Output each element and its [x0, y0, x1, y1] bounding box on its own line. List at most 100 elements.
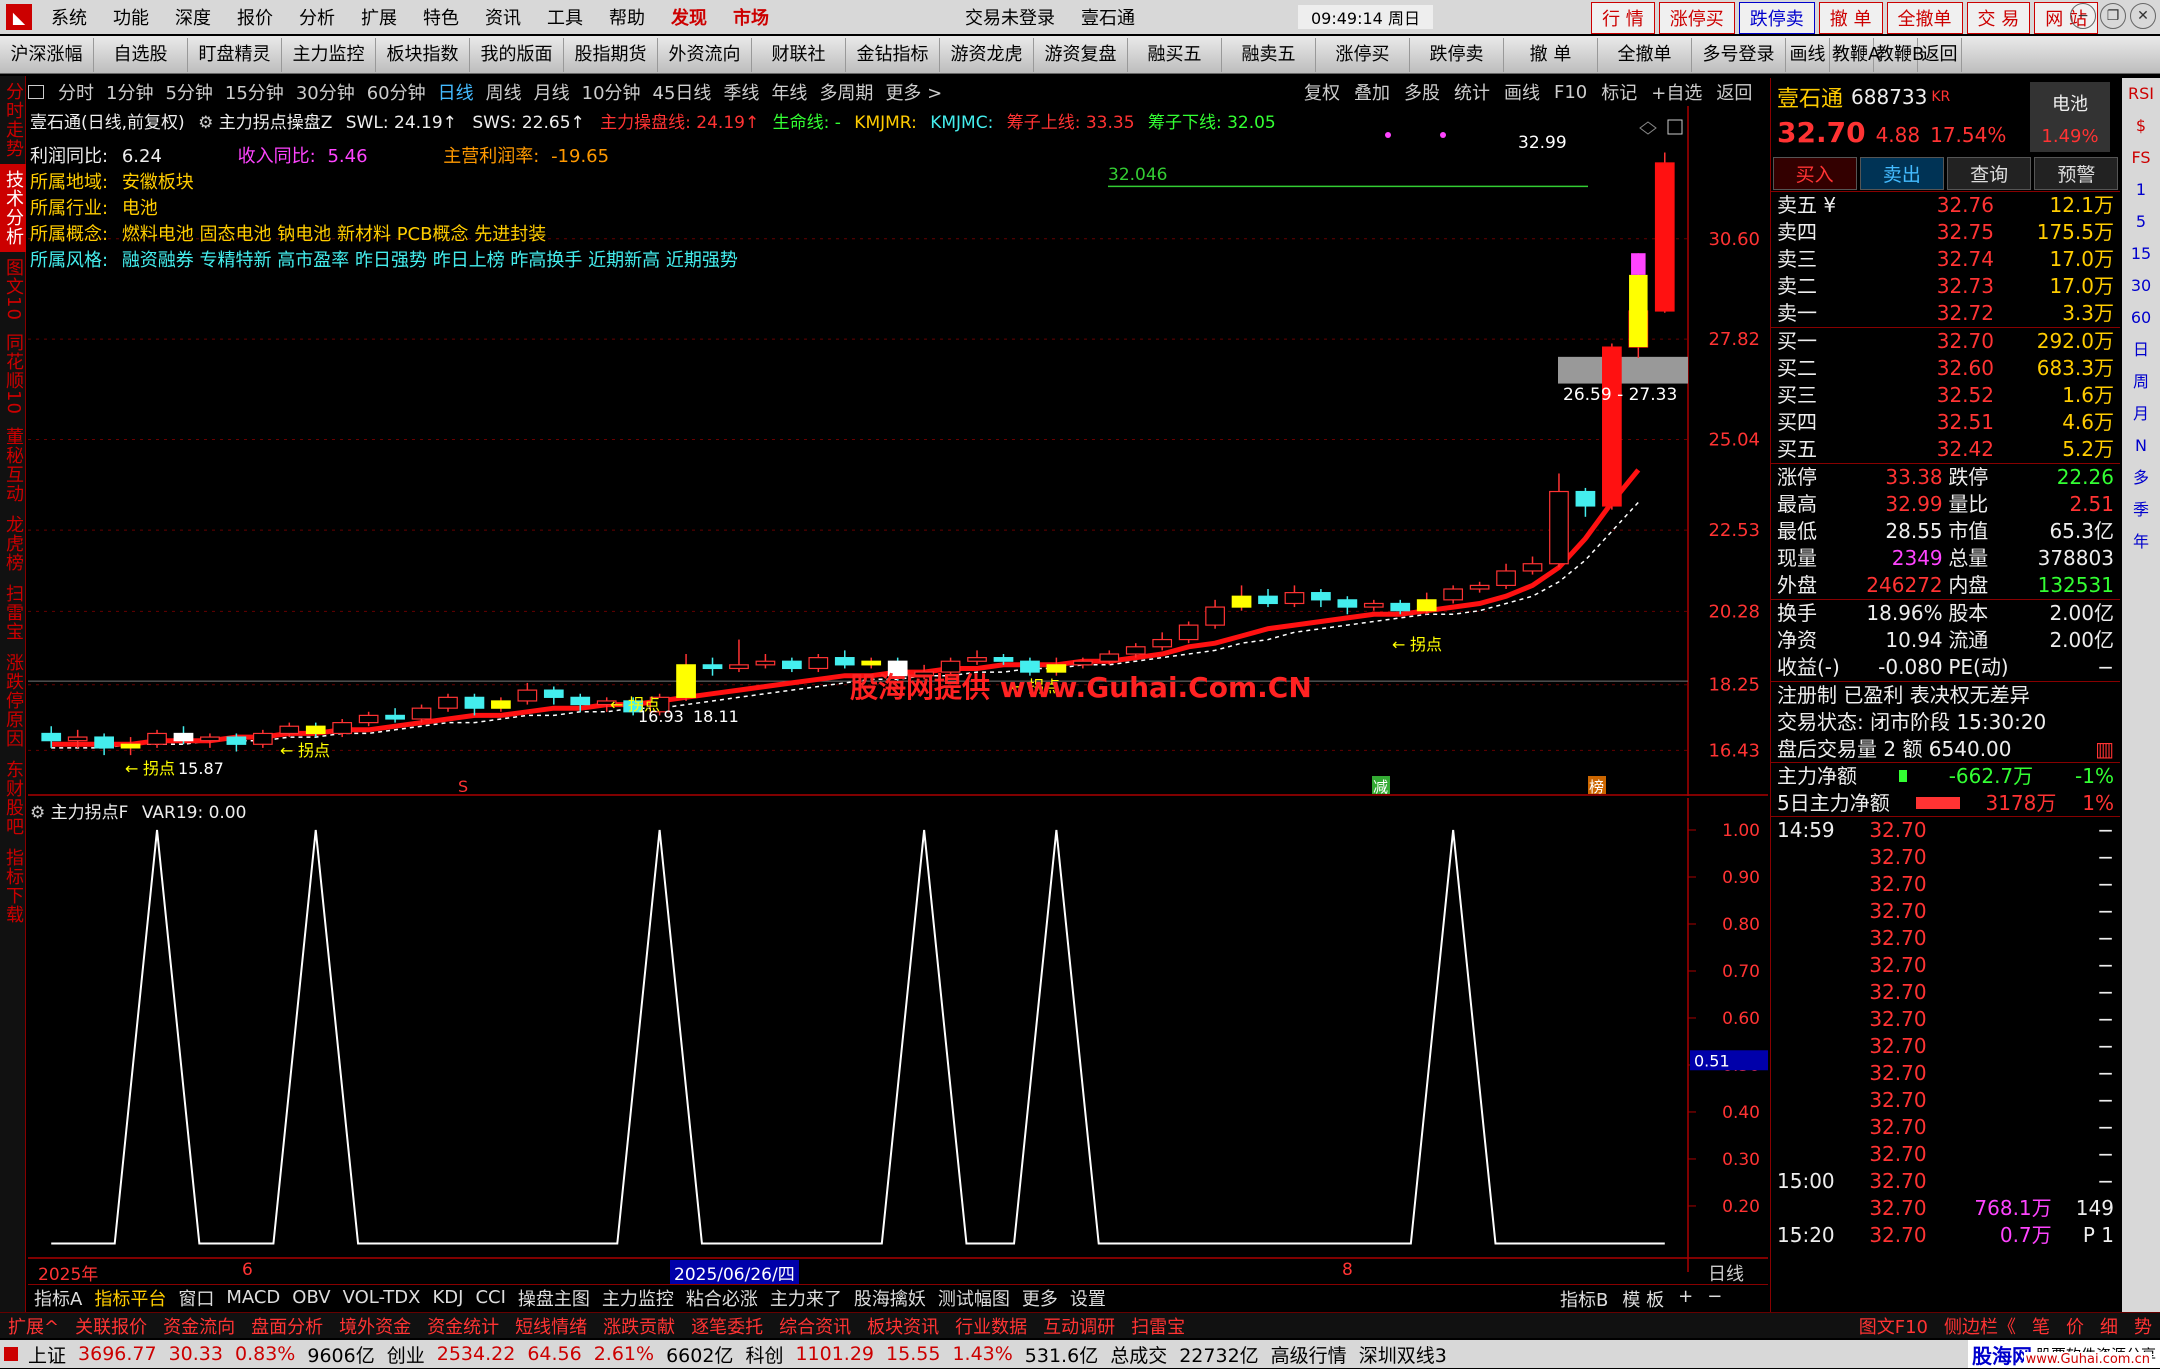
period-5[interactable]: 60分钟 — [367, 79, 426, 105]
indicator-tab-12[interactable]: 股海擒妖 — [848, 1285, 932, 1311]
toolbar-btn-10[interactable]: 游资龙虎 — [940, 37, 1034, 72]
func-right-5[interactable]: 势 — [2126, 1313, 2160, 1339]
left-tab-6[interactable]: 扫雷宝 — [0, 578, 26, 647]
toolbar-btn-21[interactable]: 教鞭B — [1874, 37, 1924, 72]
period-10[interactable]: 45日线 — [653, 79, 712, 105]
indicator-tab-10[interactable]: 粘合必涨 — [680, 1285, 764, 1311]
side-tool-1[interactable]: $ — [2122, 110, 2160, 142]
restore-icon[interactable]: ❐ — [2100, 3, 2126, 29]
kc-label[interactable]: 科创 — [739, 1341, 789, 1368]
side-tool-6[interactable]: 30 — [2122, 270, 2160, 302]
left-tab-8[interactable]: 东财股吧 — [0, 754, 26, 842]
menu-item-0[interactable]: 系统 — [38, 4, 100, 30]
menu-item-9[interactable]: 帮助 — [596, 4, 658, 30]
toolbar-btn-17[interactable]: 全撤单 — [1598, 37, 1692, 72]
indicator-tab-9[interactable]: 主力监控 — [596, 1285, 680, 1311]
indicator-right-0[interactable]: 指标B — [1560, 1286, 1608, 1312]
side-tool-4[interactable]: 5 — [2122, 206, 2160, 238]
period-4[interactable]: 30分钟 — [296, 79, 355, 105]
func-btn-1[interactable]: 关联报价 — [67, 1313, 155, 1339]
quote-btn-0[interactable]: 买入 — [1772, 157, 1857, 190]
left-tab-2[interactable]: 图文10 — [0, 252, 26, 327]
toolbar-btn-16[interactable]: 撤 单 — [1504, 37, 1598, 72]
func-btn-0[interactable]: 扩展^ — [0, 1313, 67, 1339]
sh-label[interactable]: 上证 — [22, 1341, 72, 1368]
left-tab-7[interactable]: 涨跌停原因 — [0, 647, 26, 754]
indicator-tab-6[interactable]: KDJ — [426, 1287, 469, 1308]
period-7[interactable]: 周线 — [486, 79, 522, 105]
quote-btn-1[interactable]: 卖出 — [1859, 157, 1944, 190]
indicator-name[interactable]: 主力拐点操盘Z — [219, 113, 333, 133]
left-tab-9[interactable]: 指标下载 — [0, 842, 26, 930]
settings-icon[interactable]: ⚙ — [198, 113, 213, 133]
toolbar-btn-3[interactable]: 主力监控 — [282, 37, 376, 72]
chart-tool-2[interactable]: 多股 — [1404, 79, 1440, 105]
indicator-tab-7[interactable]: CCI — [469, 1287, 511, 1308]
period-13[interactable]: 多周期 — [819, 79, 873, 105]
toolbar-btn-9[interactable]: 金钻指标 — [846, 37, 940, 72]
chart-tool-8[interactable]: 返回 — [1716, 79, 1752, 105]
period-0[interactable]: 分时 — [58, 79, 94, 105]
left-tab-4[interactable]: 董秘互动 — [0, 421, 26, 509]
quote-level[interactable]: 高级行情 — [1265, 1341, 1353, 1368]
menu-item-8[interactable]: 工具 — [534, 4, 596, 30]
close-icon[interactable]: ✕ — [2130, 3, 2156, 29]
indicator-tab-13[interactable]: 测试幅图 — [932, 1285, 1016, 1311]
func-btn-13[interactable]: 扫雷宝 — [1123, 1313, 1193, 1339]
toolbar-btn-18[interactable]: 多号登录 — [1692, 37, 1786, 72]
indicator-tab-1[interactable]: 指标平台 — [88, 1285, 172, 1311]
toolbar-btn-13[interactable]: 融卖五 — [1222, 37, 1316, 72]
toolbar-btn-11[interactable]: 游资复盘 — [1034, 37, 1128, 72]
quick-btn-0[interactable]: 行 情 — [1591, 2, 1655, 34]
toolbar-btn-22[interactable]: 返回 — [1918, 37, 1962, 72]
func-btn-2[interactable]: 资金流向 — [155, 1313, 243, 1339]
quick-btn-1[interactable]: 涨停买 — [1658, 2, 1735, 34]
indicator-tab-8[interactable]: 操盘主图 — [512, 1285, 596, 1311]
toggle-icon[interactable] — [28, 85, 44, 99]
left-tab-5[interactable]: 龙虎榜 — [0, 509, 26, 578]
func-btn-5[interactable]: 资金统计 — [419, 1313, 507, 1339]
indicator-tab-0[interactable]: 指标A — [28, 1285, 88, 1311]
func-btn-8[interactable]: 逐笔委托 — [683, 1313, 771, 1339]
toolbar-btn-6[interactable]: 股指期货 — [564, 37, 658, 72]
menu-item-4[interactable]: 分析 — [286, 4, 348, 30]
left-tab-0[interactable]: 分时走势 — [0, 76, 26, 164]
func-right-3[interactable]: 价 — [2058, 1313, 2092, 1339]
period-1[interactable]: 1分钟 — [106, 79, 153, 105]
cy-label[interactable]: 创业 — [381, 1341, 431, 1368]
quick-btn-5[interactable]: 交 易 — [1966, 2, 2031, 34]
side-tool-8[interactable]: 日 — [2122, 334, 2160, 366]
side-tool-11[interactable]: N — [2122, 430, 2160, 462]
period-14[interactable]: 更多 > — [885, 79, 942, 105]
toolbar-btn-8[interactable]: 财联社 — [752, 37, 846, 72]
indicator-tab-5[interactable]: VOL-TDX — [337, 1287, 427, 1308]
quote-btn-3[interactable]: 预警 — [2034, 157, 2119, 190]
menu-item-3[interactable]: 报价 — [224, 4, 286, 30]
func-btn-9[interactable]: 综合资讯 — [771, 1313, 859, 1339]
side-tool-14[interactable]: 年 — [2122, 526, 2160, 558]
chart-tool-5[interactable]: F10 — [1554, 82, 1587, 103]
minimize-icon[interactable]: − — [2070, 3, 2096, 29]
side-tool-3[interactable]: 1 — [2122, 174, 2160, 206]
func-btn-12[interactable]: 互动调研 — [1035, 1313, 1123, 1339]
chart-tool-7[interactable]: +自选 — [1651, 79, 1702, 105]
period-3[interactable]: 15分钟 — [225, 79, 284, 105]
sector-box[interactable]: 电池 1.49% — [2030, 82, 2110, 152]
left-tab-3[interactable]: 同花顺10 — [0, 327, 26, 421]
indicator-tab-2[interactable]: 窗口 — [172, 1285, 220, 1311]
toolbar-btn-12[interactable]: 融买五 — [1128, 37, 1222, 72]
menu-market[interactable]: 市场 — [720, 4, 782, 30]
menu-discover[interactable]: 发现 — [658, 4, 720, 30]
indicator-tab-11[interactable]: 主力来了 — [764, 1285, 848, 1311]
quick-btn-2[interactable]: 跌停卖 — [1738, 2, 1815, 34]
quote-btn-2[interactable]: 查询 — [1947, 157, 2032, 190]
menu-item-2[interactable]: 深度 — [162, 4, 224, 30]
side-tool-12[interactable]: 多 — [2122, 462, 2160, 494]
chart-tool-3[interactable]: 统计 — [1454, 79, 1490, 105]
func-btn-6[interactable]: 短线情绪 — [507, 1313, 595, 1339]
indicator-tab-3[interactable]: MACD — [220, 1287, 286, 1308]
toolbar-btn-20[interactable]: 教鞭A — [1830, 37, 1880, 72]
func-btn-11[interactable]: 行业数据 — [947, 1313, 1035, 1339]
toolbar-btn-14[interactable]: 涨停买 — [1316, 37, 1410, 72]
quick-btn-4[interactable]: 全撤单 — [1886, 2, 1963, 34]
